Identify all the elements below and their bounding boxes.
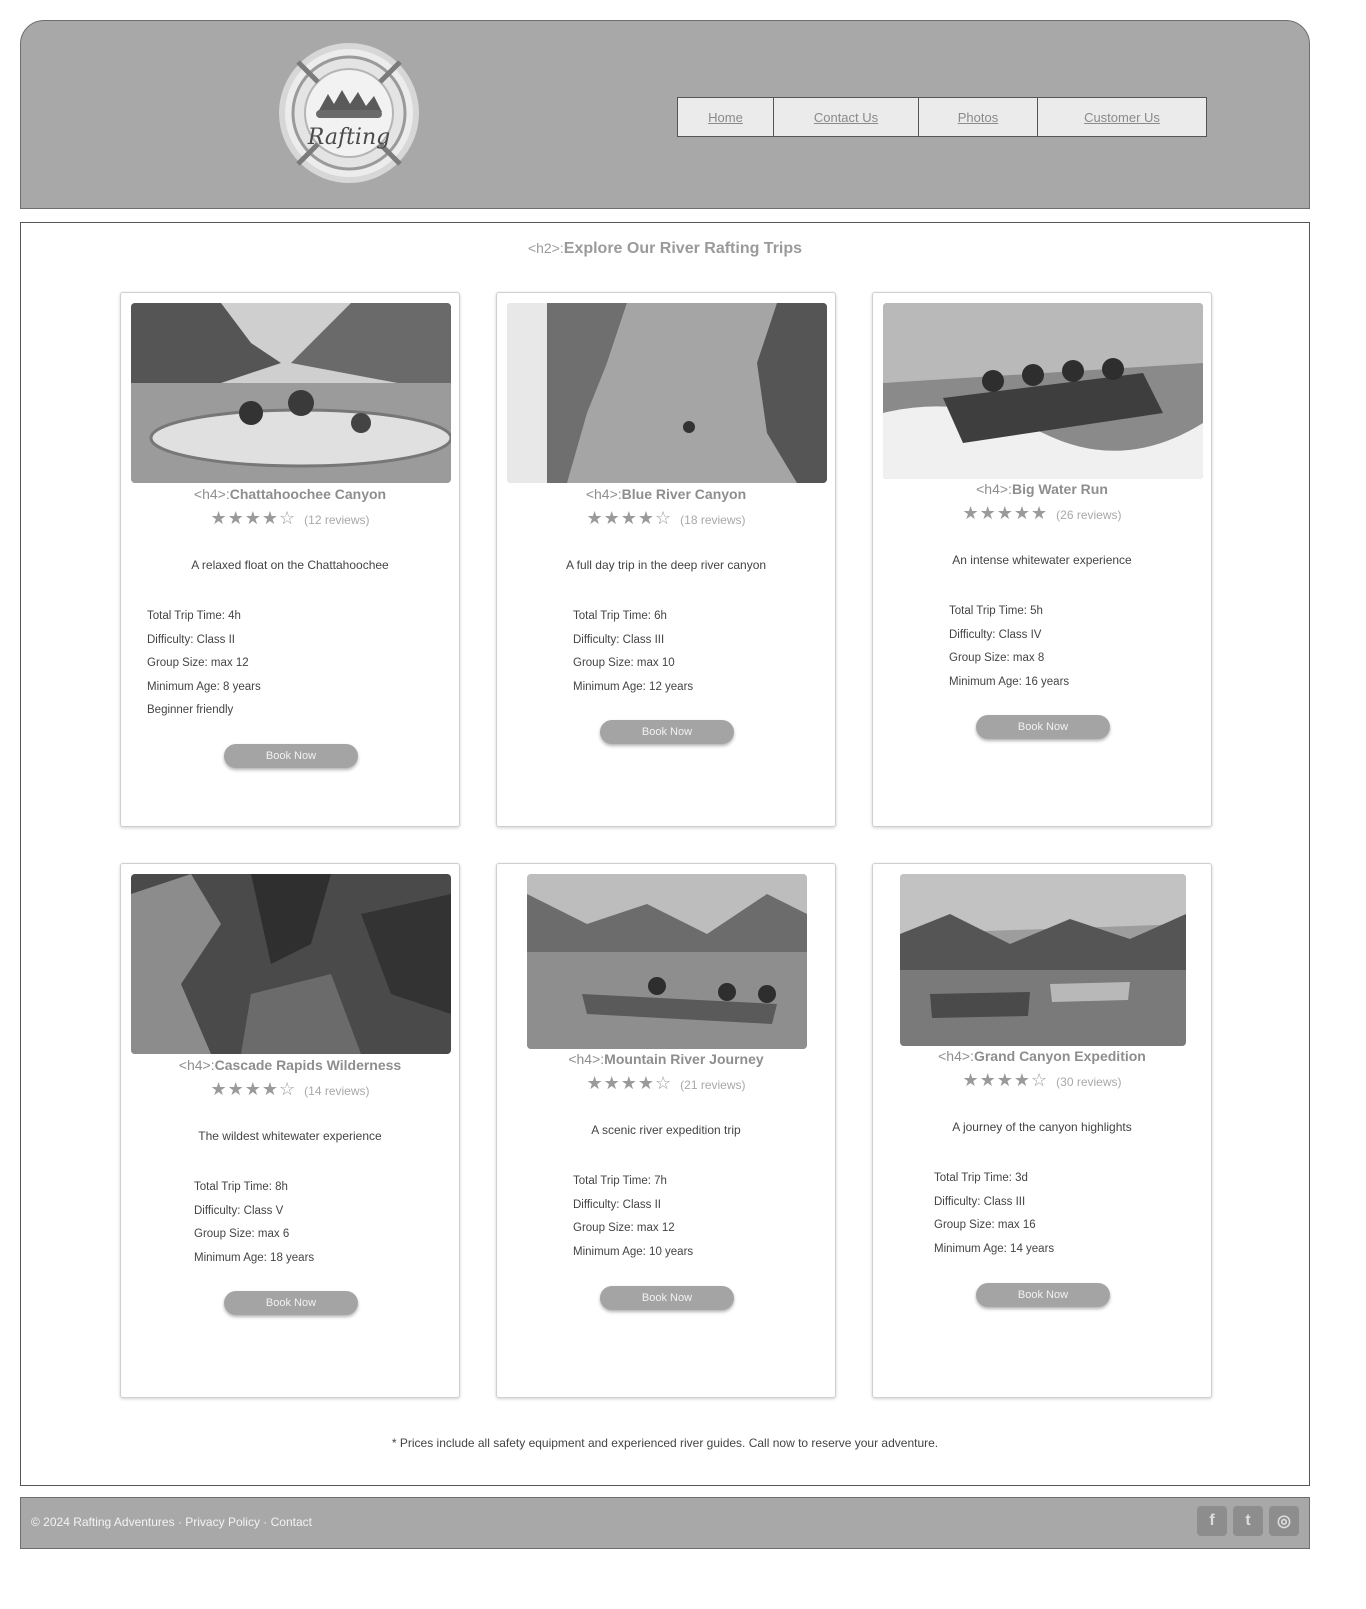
trip-title: <h4>:Cascade Rapids Wilderness (178, 1057, 402, 1073)
logo-text: Rafting (307, 125, 390, 150)
review-count: (12 reviews) (304, 513, 370, 527)
trip-card: <h4>:Cascade Rapids Wilderness ★★★★☆ (14 … (120, 863, 460, 1398)
site-header: Rafting Home Contact Us Photos Customer … (20, 20, 1310, 209)
trip-title: <h4>:Chattahoochee Canyon (193, 486, 387, 502)
book-now-button[interactable]: Book Now (600, 720, 734, 744)
trip-details: Total Trip Time: 5h Difficulty: Class IV… (949, 605, 1070, 688)
trip-card: <h4>:Mountain River Journey ★★★★☆ (21 rev… (496, 863, 836, 1398)
heading-tag: <h2>: (527, 240, 564, 256)
rafting-logo-icon: Rafting (291, 55, 407, 171)
book-now-button[interactable]: Book Now (224, 1291, 358, 1315)
nav-customer-us[interactable]: Customer Us (1038, 98, 1206, 136)
trip-title: <h4>:Grand Canyon Expedition (938, 1048, 1146, 1064)
trip-description: A relaxed float on the Chattahoochee (191, 558, 389, 572)
trip-image[interactable] (883, 303, 1203, 479)
trip-image[interactable] (507, 303, 827, 483)
book-now-button[interactable]: Book Now (976, 1283, 1110, 1307)
trip-card: <h4>:Blue River Canyon ★★★★☆ (18 reviews)… (496, 292, 836, 827)
nav-home[interactable]: Home (678, 98, 774, 136)
review-count: (21 reviews) (680, 1078, 746, 1092)
page-title-text: Explore Our River Rafting Trips (563, 240, 803, 257)
trip-details: Total Trip Time: 3d Difficulty: Class II… (934, 1172, 1055, 1255)
main-nav: Home Contact Us Photos Customer Us (677, 97, 1207, 137)
nav-contact-us[interactable]: Contact Us (774, 98, 919, 136)
trip-details: Total Trip Time: 6h Difficulty: Class II… (573, 610, 694, 693)
trip-description: A journey of the canyon highlights (952, 1120, 1132, 1134)
trip-title: <h4>:Mountain River Journey (568, 1051, 764, 1067)
review-count: (26 reviews) (1056, 508, 1122, 522)
book-now-button[interactable]: Book Now (600, 1286, 734, 1310)
trip-rating: ★★★★☆ (18 reviews) (497, 508, 835, 529)
social-links: f t ◎ (1197, 1506, 1299, 1536)
facebook-icon[interactable]: f (1197, 1506, 1227, 1536)
rating-stars: ★★★★☆ (586, 1073, 673, 1093)
twitter-icon[interactable]: t (1233, 1506, 1263, 1536)
trip-details: Total Trip Time: 7h Difficulty: Class II… (573, 1175, 694, 1258)
trip-rating: ★★★★☆ (12 reviews) (121, 508, 459, 529)
trip-rating: ★★★★☆ (21 reviews) (497, 1073, 835, 1094)
footer-text: © 2024 Rafting Adventures · Privacy Poli… (31, 1515, 312, 1529)
trip-details: Total Trip Time: 8h Difficulty: Class V … (194, 1181, 315, 1264)
trip-description: The wildest whitewater experience (198, 1129, 382, 1143)
trip-rating: ★★★★★ (26 reviews) (873, 503, 1211, 524)
rating-stars: ★★★★☆ (210, 1079, 297, 1099)
rating-stars: ★★★★☆ (210, 508, 297, 528)
trip-rating: ★★★★☆ (14 reviews) (121, 1079, 459, 1100)
nav-photos[interactable]: Photos (919, 98, 1038, 136)
trip-card: <h4>:Big Water Run ★★★★★ (26 reviews) An … (872, 292, 1212, 827)
trip-rating: ★★★★☆ (30 reviews) (873, 1070, 1211, 1091)
trip-card: <h4>:Grand Canyon Expedition ★★★★☆ (30 re… (872, 863, 1212, 1398)
site-footer: © 2024 Rafting Adventures · Privacy Poli… (20, 1497, 1310, 1549)
rating-stars: ★★★★★ (962, 503, 1049, 523)
review-count: (18 reviews) (680, 513, 746, 527)
trip-title: <h4>:Big Water Run (976, 481, 1108, 497)
instagram-icon[interactable]: ◎ (1269, 1506, 1299, 1536)
review-count: (30 reviews) (1056, 1075, 1122, 1089)
trip-card: <h4>:Chattahoochee Canyon ★★★★☆ (12 revie… (120, 292, 460, 827)
trip-image[interactable] (131, 874, 451, 1054)
trip-image[interactable] (527, 874, 807, 1049)
review-count: (14 reviews) (304, 1084, 370, 1098)
rating-stars: ★★★★☆ (962, 1070, 1049, 1090)
trip-description: An intense whitewater experience (952, 553, 1132, 567)
pricing-footnote: * Prices include all safety equipment an… (391, 1436, 939, 1450)
book-now-button[interactable]: Book Now (224, 744, 358, 768)
rating-stars: ★★★★☆ (586, 508, 673, 528)
trip-description: A full day trip in the deep river canyon (565, 558, 767, 572)
book-now-button[interactable]: Book Now (976, 715, 1110, 739)
logo[interactable]: Rafting (279, 43, 419, 183)
main-content: <h2>:Explore Our River Rafting Trips <h4… (20, 222, 1310, 1486)
page-title: <h2>:Explore Our River Rafting Trips (21, 240, 1309, 258)
trip-title: <h4>:Blue River Canyon (585, 486, 747, 502)
trip-details: Total Trip Time: 4h Difficulty: Class II… (147, 610, 261, 716)
trip-image[interactable] (900, 874, 1186, 1046)
trip-image[interactable] (131, 303, 451, 483)
trip-description: A scenic river expedition trip (591, 1123, 741, 1137)
